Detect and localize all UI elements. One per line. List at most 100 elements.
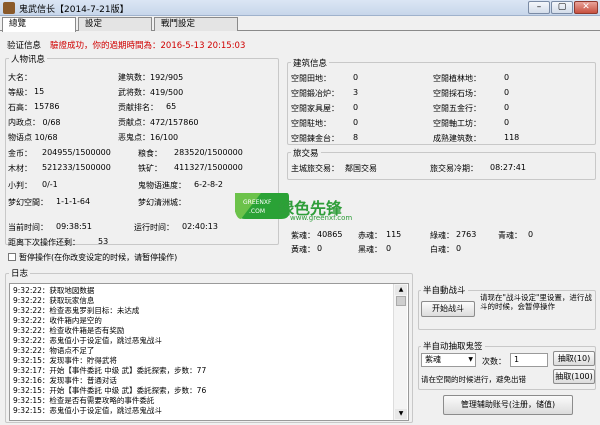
pause-label: 暂停操作(在你改变设定的时候，请暂停操作) xyxy=(19,253,178,262)
person-info-legend: 人物讯息 xyxy=(9,53,48,65)
draw-100-button[interactable]: 抽取(100) xyxy=(553,369,595,384)
soul-label: 青魂： xyxy=(498,231,522,240)
building-label: 空閒軸工坊： xyxy=(433,119,481,128)
run-time-value: 02:40:13 xyxy=(182,222,218,231)
politics-points: 内政点： 0/68 xyxy=(8,118,61,127)
contribution-points: 贡献点：472/157860 xyxy=(118,118,199,127)
draw-note: 请在空間的时候进行，避免出错 xyxy=(421,375,526,384)
next-op-value: 53 xyxy=(98,237,109,246)
scroll-down-icon[interactable]: ▼ xyxy=(395,409,407,419)
current-time-label: 当前时间： xyxy=(8,223,48,232)
log-legend: 日志 xyxy=(9,267,31,279)
soul-value: 0 xyxy=(528,230,534,239)
soul-type-select[interactable]: 紫魂 ▼ xyxy=(421,353,476,367)
building-value: 3 xyxy=(353,88,359,97)
stone-value: 15786 xyxy=(34,102,60,111)
window-title: 鬼武信长【2014-7-21版】 xyxy=(19,5,129,15)
main-trade-label: 主城旅交易： xyxy=(291,164,339,173)
next-op-label: 距离下次操作还剩： xyxy=(8,238,80,247)
draw-legend: 半自动抽取鬼签 xyxy=(421,340,485,352)
tab-bar: 總覽 設定 戰鬥設定 xyxy=(0,17,600,32)
app-icon xyxy=(3,2,15,14)
soul-label: 綠魂： xyxy=(430,231,454,240)
pause-checkbox[interactable] xyxy=(8,253,16,261)
soul-value: 115 xyxy=(386,230,402,239)
stone-label: 石高： xyxy=(8,103,32,112)
building-label: 空閒五金行： xyxy=(433,104,481,113)
evil-ghost-points: 恶鬼点：16/100 xyxy=(118,133,179,142)
martial-count: 武将数：419/500 xyxy=(118,88,184,97)
level-value: 15 xyxy=(34,87,45,96)
wood-value: 521233/1500000 xyxy=(42,163,111,172)
dream-space-label: 梦幻空間： xyxy=(8,198,48,207)
soul-value: 0 xyxy=(317,244,323,253)
maximize-button[interactable]: ▢ xyxy=(551,1,573,14)
soul-value: 0 xyxy=(386,244,392,253)
building-label: 空閒駐地： xyxy=(291,119,331,128)
building-value: 0 xyxy=(504,73,510,82)
trade-legend: 旅交易 xyxy=(291,147,321,159)
watermark-site: www.greenxf.com xyxy=(290,214,353,222)
soul-label: 黑魂： xyxy=(358,245,382,254)
watermark-badge-bottom: .COM xyxy=(249,208,265,215)
trade-cooldown-value: 08:27:41 xyxy=(490,163,526,172)
log-list: 9:32:22：获取地図数据 9:32:22：获取玩家信息 9:32:22：检查… xyxy=(9,283,409,421)
current-time-value: 09:38:51 xyxy=(56,222,92,231)
dream-space-value: 1-1-1-64 xyxy=(56,197,91,206)
building-label: 空閒植林地： xyxy=(433,74,481,83)
dream-castle-label: 梦幻清洲城： xyxy=(138,198,186,207)
ghost-story-progress-label: 鬼物语進度： xyxy=(138,181,186,190)
story-points: 物语点 10/68 xyxy=(8,133,58,142)
close-button[interactable]: ✕ xyxy=(574,1,598,14)
building-value: 8 xyxy=(353,133,359,142)
soul-type-value: 紫魂 xyxy=(425,355,441,364)
chevron-down-icon: ▼ xyxy=(468,356,473,363)
contribution-rank-value: 65 xyxy=(166,102,177,111)
contribution-rank-label: 贡献排名： xyxy=(118,103,158,112)
iron-label: 铁矿： xyxy=(138,164,162,173)
scroll-up-icon[interactable]: ▲ xyxy=(395,285,407,295)
level-label: 等級： xyxy=(8,88,32,97)
small-judge-value: 0/-1 xyxy=(42,180,58,189)
building-info-legend: 建筑信息 xyxy=(291,57,330,69)
manage-accounts-button[interactable]: 管理辅助账号(注册，储值) xyxy=(443,395,573,415)
soul-label: 白魂： xyxy=(430,245,454,254)
log-line: 9:32:15：恶鬼值小于设定值，跳过恶鬼战斗 xyxy=(13,406,162,415)
building-value: 118 xyxy=(504,133,520,142)
draw-10-button[interactable]: 抽取(10) xyxy=(553,351,595,366)
building-label: 空閒採石场： xyxy=(433,89,481,98)
tab-settings[interactable]: 設定 xyxy=(78,17,152,31)
draw-count-input[interactable]: 1 xyxy=(510,353,548,367)
tab-battle-settings[interactable]: 戰鬥設定 xyxy=(154,17,238,31)
gold-label: 金币： xyxy=(8,149,32,158)
tab-overview[interactable]: 總覽 xyxy=(2,17,76,32)
battle-legend: 半自動战斗 xyxy=(421,284,468,296)
gold-value: 204955/1500000 xyxy=(42,148,111,157)
draw-count-label: 次数： xyxy=(482,357,506,366)
log-scrollbar[interactable]: ▲ ▼ xyxy=(393,284,407,420)
minimize-button[interactable]: – xyxy=(528,1,550,14)
title-bar: 鬼武信长【2014-7-21版】 – ▢ ✕ xyxy=(0,0,600,16)
daimyo-label: 大名： xyxy=(8,73,32,82)
soul-value: 0 xyxy=(456,244,462,253)
start-battle-button[interactable]: 开始战斗 xyxy=(421,301,475,317)
verify-message: 驗證成功，你的過期時間為：2016-5-13 20:15:03 xyxy=(50,41,246,51)
building-value: 0 xyxy=(353,103,359,112)
food-value: 283520/1500000 xyxy=(174,148,243,157)
soul-label: 赤魂： xyxy=(358,231,382,240)
trade-cooldown-label: 旅交易冷期： xyxy=(430,164,478,173)
building-value: 0 xyxy=(353,118,359,127)
scroll-thumb[interactable] xyxy=(396,296,406,306)
building-value: 0 xyxy=(353,73,359,82)
food-label: 粮食： xyxy=(138,149,162,158)
building-value: 0 xyxy=(504,103,510,112)
soul-label: 紫魂： xyxy=(291,231,315,240)
main-trade-value: 鄰国交易 xyxy=(345,164,377,173)
building-label: 空閒鍛冶炉： xyxy=(291,89,339,98)
ghost-story-progress-value: 6-2-8-2 xyxy=(194,180,224,189)
wood-label: 木材： xyxy=(8,164,32,173)
small-judge-label: 小判： xyxy=(8,181,32,190)
watermark-badge-top: GREENXF xyxy=(243,199,272,206)
building-label: 成熟建筑数： xyxy=(433,134,481,143)
building-value: 0 xyxy=(504,88,510,97)
